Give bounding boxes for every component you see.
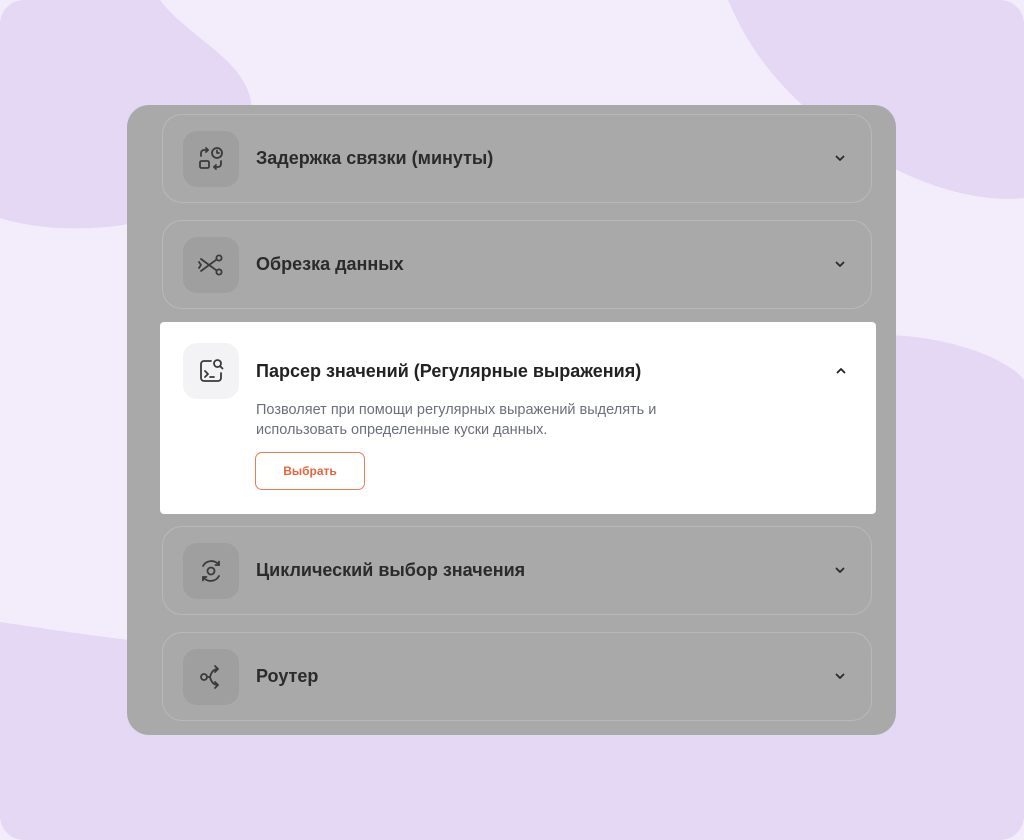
select-button[interactable]: Выбрать bbox=[255, 452, 365, 490]
accordion-item-title: Роутер bbox=[256, 666, 319, 686]
accordion-item-description: Позволяет при помощи регулярных выражени… bbox=[256, 402, 657, 438]
chevron-down-icon[interactable] bbox=[833, 669, 847, 683]
regex-parser-icon bbox=[183, 343, 239, 399]
chevron-up-icon[interactable] bbox=[834, 364, 848, 378]
chevron-down-icon[interactable] bbox=[833, 151, 847, 165]
accordion-item-title: Обрезка данных bbox=[256, 254, 404, 274]
accordion-item-trim[interactable]: Обрезка данных bbox=[162, 220, 872, 309]
accordion-item-delay[interactable]: Задержка связки (минуты) bbox=[162, 114, 872, 203]
accordion-item-router[interactable]: Роутер bbox=[162, 632, 872, 721]
delay-clock-icon bbox=[183, 131, 239, 187]
scissors-icon bbox=[183, 237, 239, 293]
cycle-icon bbox=[183, 543, 239, 599]
chevron-down-icon[interactable] bbox=[833, 257, 847, 271]
accordion-item-regex-parser[interactable]: Парсер значений (Регулярные выражения) П… bbox=[160, 322, 876, 514]
accordion-item-title: Задержка связки (минуты) bbox=[256, 148, 494, 168]
chevron-down-icon[interactable] bbox=[833, 563, 847, 577]
accordion-item-title: Парсер значений (Регулярные выражения) bbox=[256, 361, 642, 381]
accordion-item-title: Циклический выбор значения bbox=[256, 560, 526, 580]
accordion-item-cyclic[interactable]: Циклический выбор значения bbox=[162, 526, 872, 615]
router-icon bbox=[183, 649, 239, 705]
